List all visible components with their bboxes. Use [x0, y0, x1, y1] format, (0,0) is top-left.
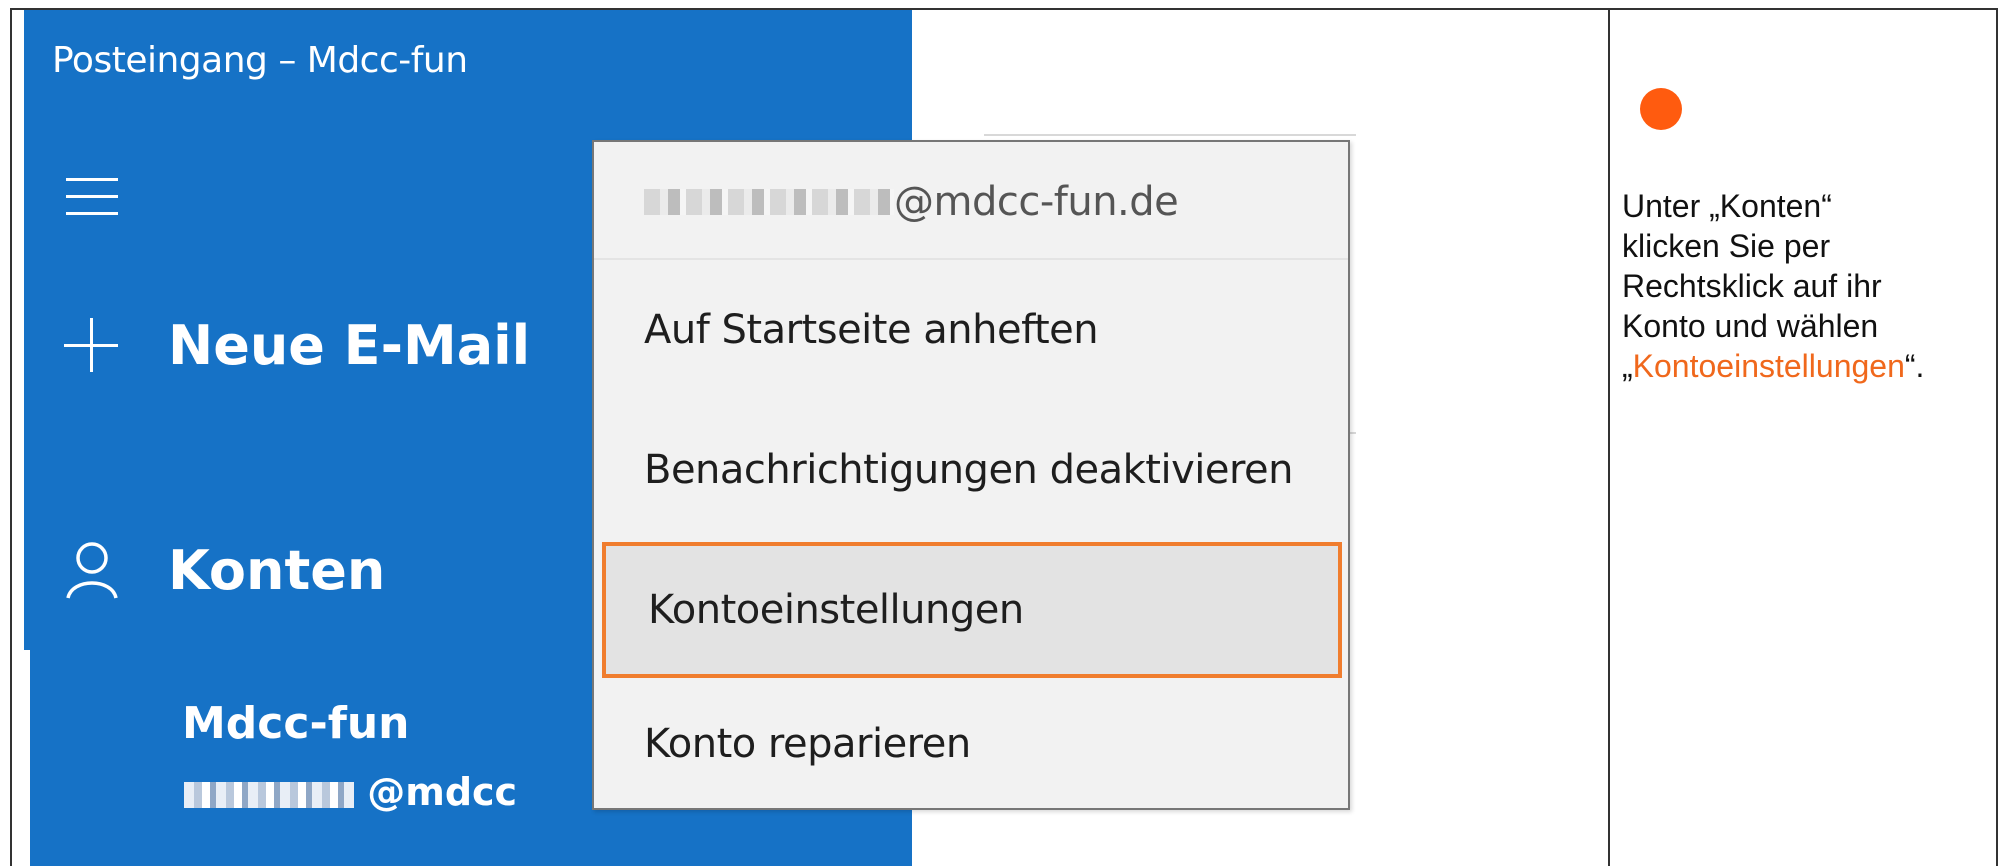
- instruction-line: „Kontoeinstellungen“.: [1622, 346, 1992, 386]
- accounts-label: Konten: [168, 538, 386, 602]
- window-title: Posteingang – Mdcc-fun: [52, 40, 468, 81]
- instruction-text: Unter „Konten“ klicken Sie per Rechtskli…: [1622, 186, 1992, 386]
- instruction-line: Konto und wählen: [1622, 308, 1879, 344]
- menu-separator: [594, 258, 1348, 260]
- selection-indicator: [24, 650, 30, 866]
- menu-item-disable-notifications[interactable]: Benachrichtigungen deaktivieren: [594, 410, 1348, 530]
- menu-header-email: @mdcc-fun.de: [594, 142, 1348, 262]
- redacted-text: [184, 781, 354, 808]
- new-mail-label: Neue E-Mail: [168, 313, 531, 377]
- plus-icon: [64, 318, 118, 372]
- hamburger-icon[interactable]: [66, 178, 118, 218]
- quote-open: „: [1622, 348, 1633, 384]
- instruction-line: Rechtsklick auf ihr: [1622, 268, 1882, 304]
- redacted-text: [644, 189, 894, 215]
- menu-email-suffix: @mdcc-fun.de: [894, 179, 1179, 225]
- column-divider: [1608, 8, 1610, 866]
- account-name[interactable]: Mdcc-fun: [182, 698, 410, 749]
- step-marker-dot: [1640, 88, 1682, 130]
- person-icon: [66, 542, 118, 599]
- list-divider: [984, 134, 1356, 136]
- instruction-highlight: Kontoeinstellungen: [1632, 348, 1905, 384]
- account-email-suffix: @mdcc: [367, 770, 518, 814]
- account-email: @mdcc: [184, 770, 517, 814]
- menu-item-account-settings[interactable]: Kontoeinstellungen: [602, 542, 1342, 678]
- instruction-line: klicken Sie per: [1622, 228, 1831, 264]
- menu-item-repair-account[interactable]: Konto reparieren: [594, 684, 1348, 804]
- quote-close: “.: [1904, 348, 1925, 384]
- menu-item-pin-to-start[interactable]: Auf Startseite anheften: [594, 270, 1348, 390]
- instruction-line: Unter „Konten“: [1622, 188, 1832, 224]
- mail-app-screenshot: Posteingang – Mdcc-fun Neue E-Mail Konte…: [12, 10, 1608, 866]
- accounts-button[interactable]: Konten: [64, 530, 385, 610]
- new-mail-button[interactable]: Neue E-Mail: [64, 305, 530, 385]
- context-menu: @mdcc-fun.de Auf Startseite anheften Ben…: [592, 140, 1350, 810]
